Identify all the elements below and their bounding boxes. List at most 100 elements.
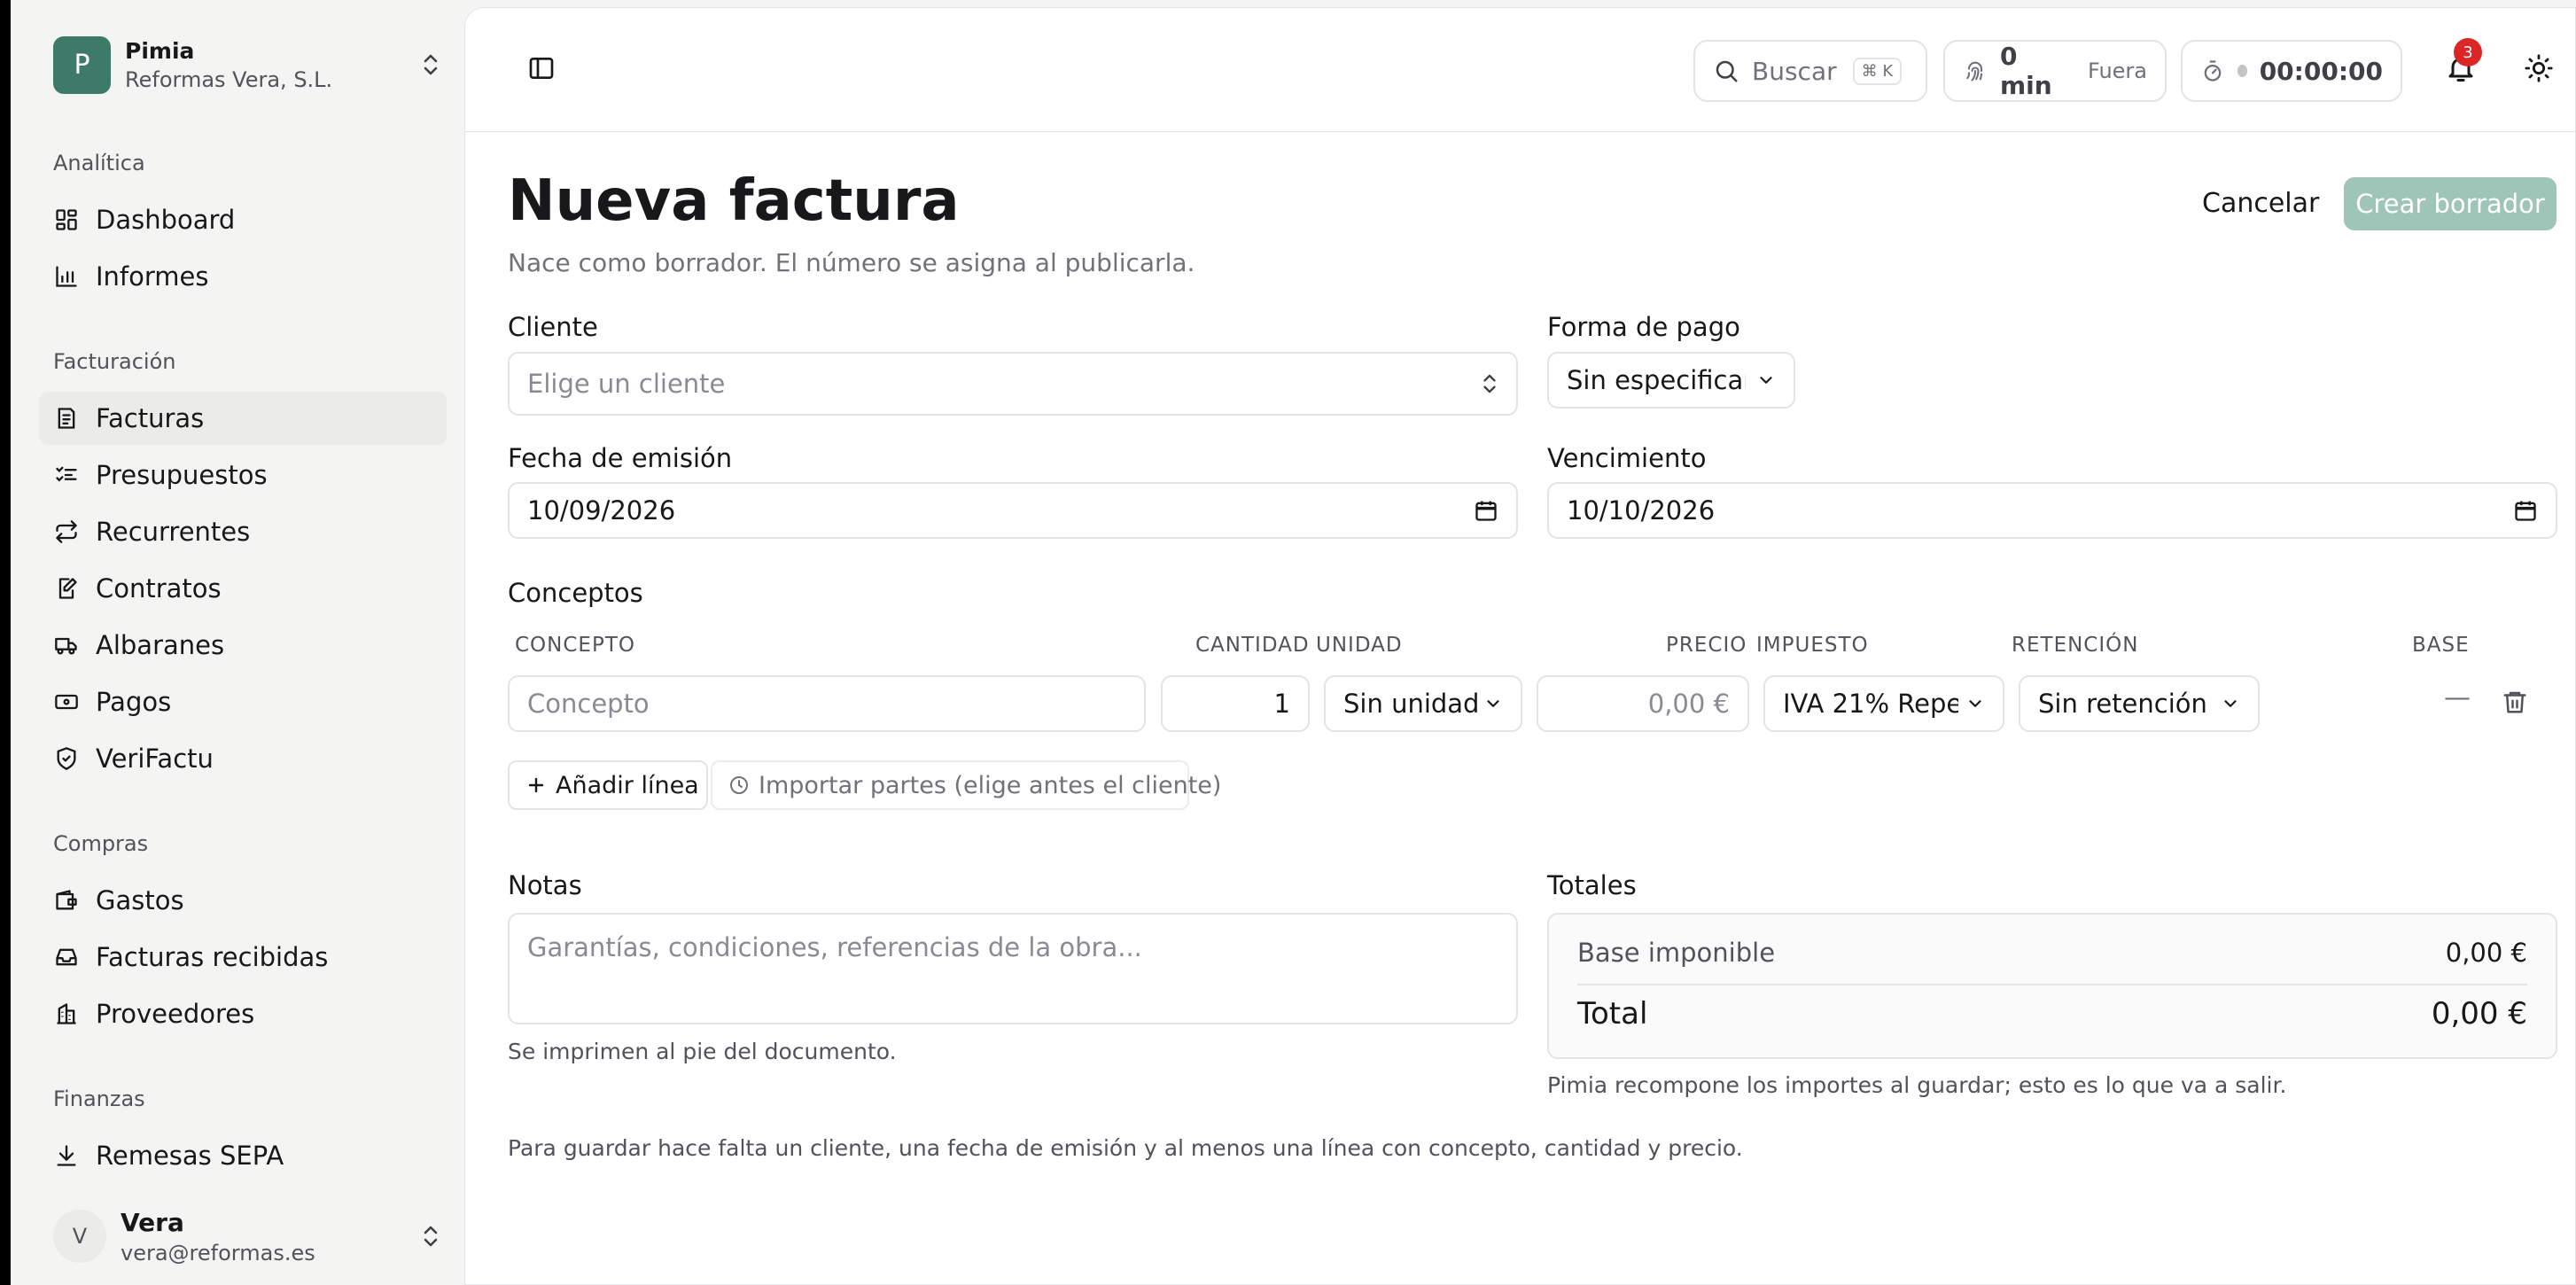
sun-icon xyxy=(2524,53,2554,87)
quantity-input[interactable]: 1 xyxy=(1161,675,1310,732)
lines-title: Conceptos xyxy=(508,578,643,608)
org-switcher[interactable]: P Pimia Reformas Vera, S.L. xyxy=(53,35,443,94)
calendar-icon xyxy=(1474,498,1498,523)
base-total-value: 0,00 € xyxy=(2445,938,2527,968)
org-company: Reformas Vera, S.L. xyxy=(125,66,333,92)
dashboard-icon xyxy=(53,206,80,233)
sidebar-item-label: Recurrentes xyxy=(96,517,251,547)
sidebar-item-received[interactable]: Facturas recibidas xyxy=(39,931,447,984)
sidebar-item-contracts[interactable]: Contratos xyxy=(39,562,447,615)
column-header-concept: CONCEPTO xyxy=(515,634,635,657)
concept-input[interactable]: Concepto xyxy=(508,675,1146,732)
clock-minutes: 0 min xyxy=(2000,42,2052,100)
tax-select[interactable]: IVA 21% Repercutido xyxy=(1763,675,2004,732)
due-date-value: 10/10/2026 xyxy=(1567,495,1716,526)
topbar: Buscar ⌘ K 0 min Fuera 00:00:00 3 xyxy=(465,8,2576,132)
section-finance: Finanzas xyxy=(53,1086,145,1111)
price-input[interactable]: 0,00 € xyxy=(1537,675,1749,732)
fingerprint-icon xyxy=(1963,58,1988,83)
org-name: Pimia xyxy=(125,37,195,64)
save-requirements-hint: Para guardar hace falta un cliente, una … xyxy=(508,1135,1743,1161)
add-line-button[interactable]: Añadir línea xyxy=(508,760,708,810)
base-row: Base imponible 0,00 € xyxy=(1577,938,2527,968)
sidebar-item-invoices[interactable]: Facturas xyxy=(39,392,447,445)
user-menu[interactable]: V Vera vera@reformas.es xyxy=(53,1201,443,1272)
notes-label: Notas xyxy=(508,870,582,900)
issue-date-value: 10/09/2026 xyxy=(527,495,676,526)
tax-value: IVA 21% Repercutido xyxy=(1783,689,1958,719)
search-button[interactable]: Buscar ⌘ K xyxy=(1693,40,1927,102)
total-label: Total xyxy=(1577,996,1648,1032)
org-logo: P xyxy=(53,35,111,94)
section-billing: Facturación xyxy=(53,349,176,374)
delete-line-button[interactable] xyxy=(2488,677,2541,730)
sidebar-item-recurring[interactable]: Recurrentes xyxy=(39,505,447,558)
totals-label: Totales xyxy=(1547,870,1637,900)
chevron-down-icon xyxy=(1965,694,1985,713)
inbox-icon xyxy=(53,944,80,970)
clock-status: Fuera xyxy=(2087,58,2147,83)
sidebar-item-label: Informes xyxy=(96,261,209,292)
timer-status-dot xyxy=(2237,65,2247,77)
quantity-value: 1 xyxy=(1273,689,1290,719)
list-checks-icon xyxy=(53,462,80,488)
due-date-input[interactable]: 10/10/2026 xyxy=(1547,482,2557,539)
page-subtitle: Nace como borrador. El número se asigna … xyxy=(508,248,1195,277)
page-title: Nueva factura xyxy=(508,168,960,234)
timer-button[interactable]: 00:00:00 xyxy=(2181,40,2402,102)
file-text-icon xyxy=(53,405,80,432)
toggle-sidebar-button[interactable] xyxy=(515,43,568,97)
timer-value: 00:00:00 xyxy=(2259,56,2383,86)
clock-in-button[interactable]: 0 min Fuera xyxy=(1943,40,2167,102)
section-purchases: Compras xyxy=(53,831,149,856)
create-draft-button[interactable]: Crear borrador xyxy=(2344,177,2557,230)
sidebar-item-dashboard[interactable]: Dashboard xyxy=(39,193,447,246)
base-value: — xyxy=(2444,682,2471,713)
payment-select[interactable]: Sin especificar xyxy=(1547,352,1795,409)
building-icon xyxy=(53,1001,80,1027)
unit-select[interactable]: Sin unidad xyxy=(1324,675,1522,732)
concept-placeholder: Concepto xyxy=(527,689,650,719)
client-select[interactable]: Elige un cliente xyxy=(508,352,1518,416)
theme-toggle-button[interactable] xyxy=(2512,43,2565,97)
total-row: Total 0,00 € xyxy=(1577,996,2527,1032)
client-label: Cliente xyxy=(508,312,598,342)
banknote-icon xyxy=(53,689,80,715)
notes-textarea[interactable]: Garantías, condiciones, referencias de l… xyxy=(508,913,1518,1024)
base-label: Base imponible xyxy=(1577,938,1776,968)
sidebar-item-sepa[interactable]: Remesas SEPA xyxy=(39,1129,447,1182)
sidebar-item-label: Proveedores xyxy=(96,999,255,1029)
sidebar-item-delivery[interactable]: Albaranes xyxy=(39,619,447,672)
repeat-icon xyxy=(53,518,80,545)
sidebar-item-label: Facturas recibidas xyxy=(96,942,329,972)
column-header-unit: UNIDAD xyxy=(1316,634,1403,657)
chevrons-up-down-icon xyxy=(418,49,443,81)
unit-value: Sin unidad xyxy=(1343,689,1480,719)
sidebar-item-payments[interactable]: Pagos xyxy=(39,675,447,728)
truck-icon xyxy=(53,632,80,658)
sidebar-item-expenses[interactable]: Gastos xyxy=(39,874,447,927)
withholding-select[interactable]: Sin retención xyxy=(2019,675,2260,732)
payment-value: Sin especificar xyxy=(1567,365,1746,395)
issue-date-input[interactable]: 10/09/2026 xyxy=(508,482,1518,539)
column-header-base: BASE xyxy=(2412,634,2470,657)
column-header-withholding: RETENCIÓN xyxy=(2012,634,2139,657)
sidebar-item-verifactu[interactable]: VeriFactu xyxy=(39,732,447,785)
trash-icon xyxy=(2502,689,2528,719)
sidebar-item-reports[interactable]: Informes xyxy=(39,250,447,303)
cancel-button[interactable]: Cancelar xyxy=(2184,177,2337,229)
sidebar-item-quotes[interactable]: Presupuestos xyxy=(39,448,447,502)
search-label: Buscar xyxy=(1752,56,1837,86)
import-parts-button[interactable]: Importar partes (elige antes el cliente) xyxy=(711,760,1221,810)
price-placeholder: 0,00 € xyxy=(1647,689,1730,719)
sidebar-item-suppliers[interactable]: Proveedores xyxy=(39,987,447,1040)
bar-chart-icon xyxy=(53,263,80,290)
download-icon xyxy=(53,1142,80,1169)
calendar-icon xyxy=(2513,498,2538,523)
shield-check-icon xyxy=(53,745,80,772)
issue-date-label: Fecha de emisión xyxy=(508,443,733,473)
sidebar-item-label: Facturas xyxy=(96,403,205,433)
totals-divider xyxy=(1577,984,2527,985)
withholding-value: Sin retención xyxy=(2038,689,2207,719)
column-header-tax: IMPUESTO xyxy=(1756,634,1869,657)
